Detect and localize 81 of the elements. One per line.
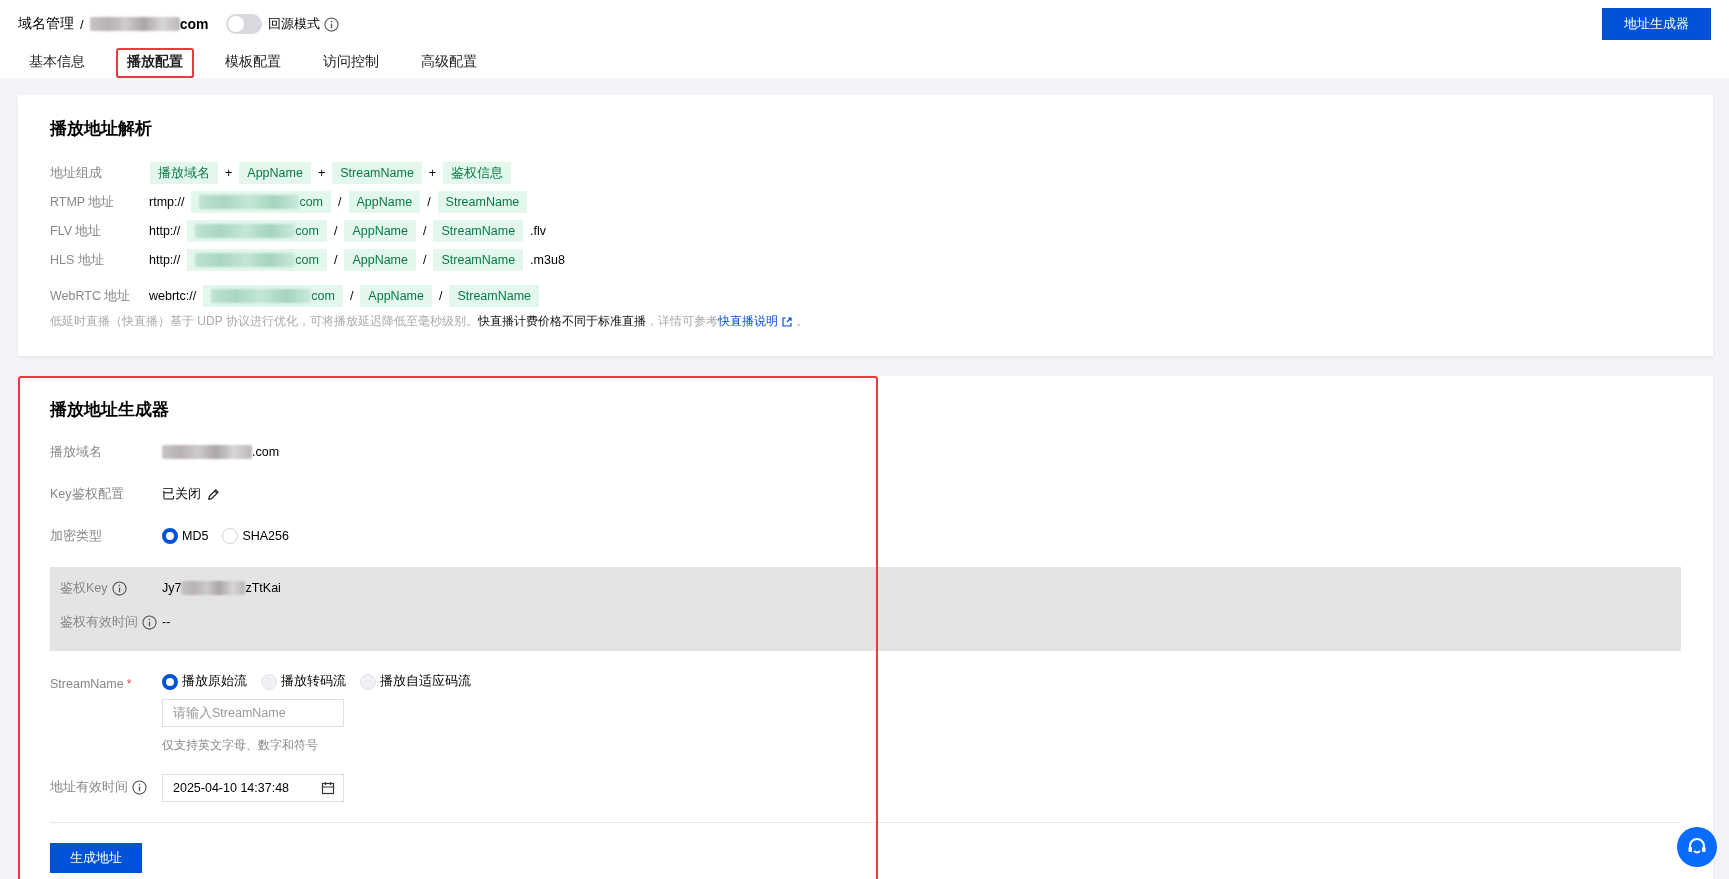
url-segment-tag: StreamName (437, 191, 528, 213)
url-segment-tag: AppName (344, 249, 416, 271)
url-segment-tag: StreamName (433, 220, 524, 242)
info-icon[interactable] (324, 16, 340, 32)
field-label: 地址组成 (50, 164, 103, 182)
external-link-icon[interactable] (781, 316, 792, 327)
stream-name-input[interactable]: 请输入StreamName (162, 698, 344, 727)
address-generator-button[interactable]: 地址生成器 (1602, 8, 1711, 40)
blurred-block (181, 581, 246, 595)
toggle-label: 回源模式 (268, 15, 321, 33)
url-text: / (438, 289, 443, 303)
generate-button[interactable]: 生成地址 (50, 842, 142, 873)
required-mark: * (126, 677, 132, 691)
field-label: 播放域名 (50, 443, 103, 461)
domain-tag: com (191, 191, 332, 213)
url-text: / (338, 195, 342, 209)
tab[interactable]: 模板配置 (214, 48, 292, 78)
radio-option[interactable]: SHA256 (222, 528, 289, 544)
url-segment-tag: 鉴权信息 (443, 162, 512, 184)
url-text: / (333, 253, 338, 267)
domain-tag: com (187, 249, 327, 271)
edit-icon[interactable] (207, 487, 220, 501)
url-text: http:// (149, 224, 181, 238)
info-icon[interactable] (142, 614, 157, 630)
hint-text: 仅支持英文字母、数字和符号 (162, 736, 319, 754)
tab[interactable]: 基本信息 (18, 48, 96, 78)
doc-link[interactable]: 快直播说明 (717, 314, 796, 328)
section-title: 播放地址解析 (50, 118, 153, 140)
url-text: / (333, 224, 338, 238)
key-fragment: Jy7 (162, 581, 182, 595)
note-text: 低延时直播（快直播）基于 UDP 协议进行优化，可将播放延迟降低至毫秒级别。快直播计费价格不同于标准直播，详情可参考快直播说明 。 (50, 313, 809, 330)
field-label: HLS 地址 (50, 251, 105, 269)
url-text: + (317, 166, 326, 180)
url-text: / (427, 195, 431, 209)
breadcrumb-separator: / (80, 16, 84, 32)
url-segment-tag: StreamName (433, 249, 524, 271)
url-text: / (423, 224, 427, 238)
field-label: RTMP 地址 (50, 193, 116, 211)
breadcrumb-link[interactable]: 域名管理 (18, 15, 74, 33)
info-icon[interactable] (132, 780, 147, 795)
url-segment-tag: StreamName (449, 285, 540, 307)
calendar-icon[interactable] (321, 780, 335, 795)
url-text: / (423, 253, 427, 267)
url-text: .m3u8 (530, 253, 565, 267)
field-label: 加密类型 (50, 527, 103, 545)
field-label: StreamName (50, 677, 124, 691)
url-segment-tag: 播放域名 (150, 162, 218, 184)
field-label: 鉴权Key (60, 579, 108, 597)
field-value: 已关闭 (162, 485, 201, 503)
domain-tag: com (187, 220, 327, 242)
url-text: webrtc:// (149, 289, 197, 303)
url-segment-tag: AppName (239, 162, 311, 184)
url-text: rtmp:// (149, 195, 185, 209)
tab[interactable]: 访问控制 (312, 48, 390, 78)
tab[interactable]: 播放配置 (116, 48, 194, 78)
url-text: .flv (530, 224, 547, 238)
field-value: -- (162, 615, 171, 629)
field-label: WebRTC 地址 (50, 287, 132, 305)
url-text: / (349, 289, 354, 303)
url-text: http:// (149, 253, 181, 267)
domain-text: .com (252, 445, 280, 459)
url-text: + (225, 166, 233, 180)
domain-tag: com (203, 285, 343, 307)
tab[interactable]: 高级配置 (410, 48, 488, 78)
radio-option[interactable]: 播放原始流 (162, 673, 247, 690)
toggle-switch[interactable] (226, 14, 263, 34)
domain-text: com (179, 16, 209, 32)
field-label: 地址有效时间 (50, 779, 128, 796)
url-segment-tag: StreamName (332, 162, 422, 184)
url-segment-tag: AppName (344, 220, 416, 242)
url-segment-tag: AppName (360, 285, 432, 307)
url-text: + (428, 166, 437, 180)
url-segment-tag: AppName (348, 191, 421, 213)
radio-option[interactable]: MD5 (162, 528, 209, 544)
field-label: Key鉴权配置 (50, 485, 125, 503)
field-label: 鉴权有效时间 (60, 613, 138, 631)
section-title: 播放地址生成器 (50, 399, 170, 421)
key-fragment: zTtKai (245, 581, 281, 595)
date-input[interactable]: 2025-04-10 14:37:48 (162, 773, 344, 802)
field-label: FLV 地址 (50, 222, 103, 240)
info-icon[interactable] (111, 580, 127, 596)
